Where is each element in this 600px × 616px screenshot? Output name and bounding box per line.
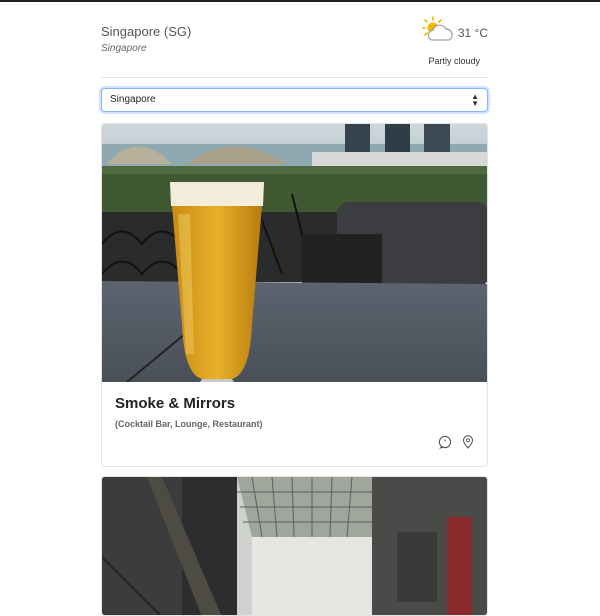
venue-categories: (Cocktail Bar, Lounge, Restaurant) <box>115 419 263 429</box>
temperature: 31 °C <box>457 26 488 40</box>
header-divider <box>101 77 488 78</box>
quote-icon[interactable]: " <box>438 435 452 449</box>
beer-photo-image <box>102 124 487 382</box>
city-select-value: Singapore <box>110 94 156 105</box>
map-pin-icon[interactable] <box>461 435 475 449</box>
page-container: Singapore (SG) Singapore 31 °C Partly cl… <box>101 2 488 616</box>
venue-card[interactable]: Smoke & Mirrors (Cocktail Bar, Lounge, R… <box>101 123 488 467</box>
city-name: Singapore (SG) <box>101 24 192 39</box>
select-arrows-icon: ▲ ▼ <box>471 92 479 108</box>
venue-name[interactable]: Smoke & Mirrors <box>115 395 235 412</box>
venue-card[interactable] <box>101 476 488 616</box>
svg-text:": " <box>443 439 446 447</box>
city-subtitle: Singapore <box>101 43 147 54</box>
weather-header: Singapore (SG) Singapore 31 °C Partly cl… <box>101 2 488 77</box>
weather-condition: Partly cloudy <box>428 56 480 66</box>
partly-cloudy-icon <box>422 16 453 41</box>
atrium-photo-image <box>102 477 487 615</box>
venue-photo[interactable] <box>102 124 487 382</box>
city-select[interactable]: Singapore ▲ ▼ <box>101 88 488 112</box>
venue-photo[interactable] <box>102 477 487 615</box>
